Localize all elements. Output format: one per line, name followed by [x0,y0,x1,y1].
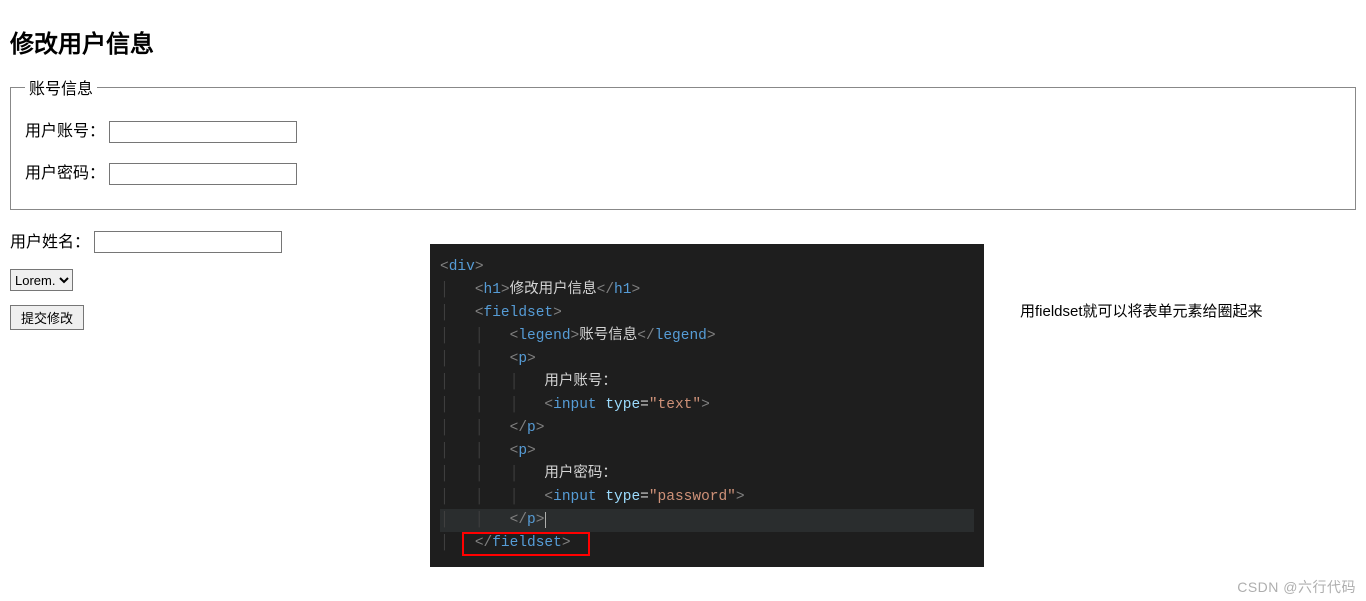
name-label: 用户姓名： [10,234,90,251]
account-label: 用户账号： [25,123,105,140]
watermark: CSDN @六行代码 [1237,577,1356,597]
password-input[interactable] [109,163,297,185]
account-row: 用户账号： [25,117,1341,143]
page-heading: 修改用户信息 [10,24,1356,59]
side-annotation: 用fieldset就可以将表单元素给圈起来 [1020,300,1263,321]
account-input[interactable] [109,121,297,143]
submit-button[interactable]: 提交修改 [10,305,84,330]
password-row: 用户密码： [25,159,1341,185]
gender-select[interactable]: Lorem. [10,269,73,291]
fieldset-legend: 账号信息 [25,75,97,99]
name-input[interactable] [94,231,282,253]
account-fieldset: 账号信息 用户账号： 用户密码： [10,75,1356,210]
password-label: 用户密码： [25,165,105,182]
code-editor-panel: <div> │ <h1>修改用户信息</h1> │ <fieldset> │ │… [430,244,984,567]
